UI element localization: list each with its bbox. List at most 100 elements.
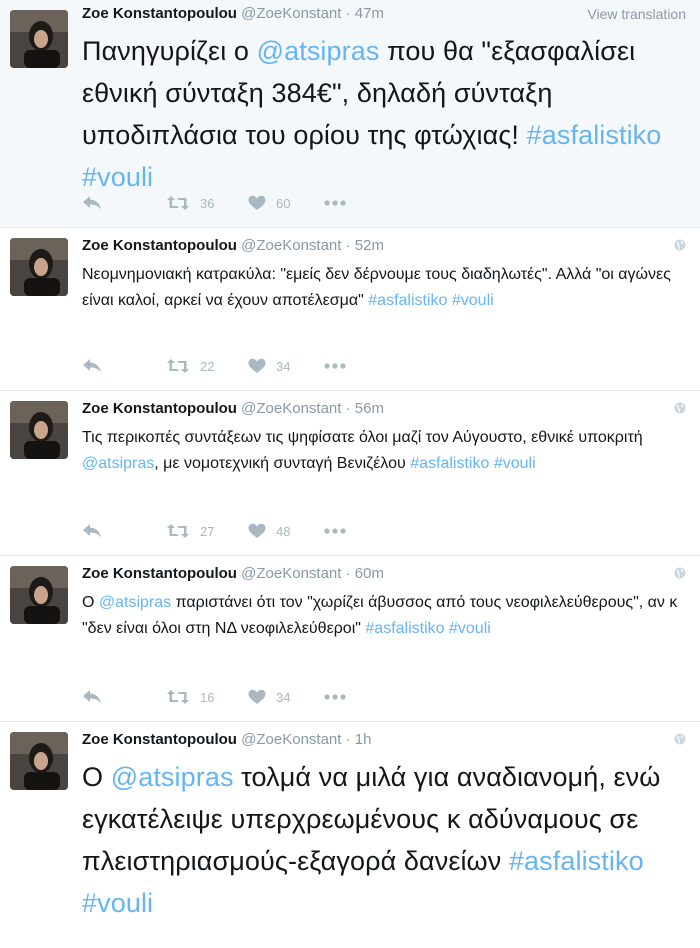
tweet-text: Τις περικοπές συντάξεων τις ψηφίσατε όλο… [82,425,690,477]
tweet-header: Zoe Konstantopoulou @ZoeKonstant · 56m [82,399,690,419]
tweet-text-segment: Ο [82,594,99,611]
hashtag-link[interactable]: #vouli [82,888,153,918]
more-icon [324,528,346,534]
hashtag-link[interactable]: #asfalistiko [365,620,444,637]
tweet-header: Zoe Konstantopoulou @ZoeKonstant · 52m [82,236,690,256]
tweet-text-segment: , με νομοτεχνική συνταγή Βενιζέλου [154,455,411,472]
retweet-icon [167,359,189,373]
more-icon [324,363,346,369]
mention-link[interactable]: @atsipras [82,455,154,472]
more-icon [324,694,346,700]
fullname[interactable]: Zoe Konstantopoulou [82,5,237,22]
mention-link[interactable]: @atsipras [99,594,171,611]
retweet-button[interactable]: 27 [166,523,248,539]
avatar[interactable] [10,732,68,790]
reply-button[interactable] [82,358,166,374]
retweet-count: 27 [200,523,215,539]
view-translation-link[interactable]: View translation [587,4,686,24]
retweet-icon [167,196,189,210]
more-button[interactable] [324,694,346,700]
tweet-actions: 36 60 [82,193,346,213]
more-button[interactable] [324,528,346,534]
retweet-count: 16 [200,689,215,705]
heart-icon [248,523,266,538]
tweet[interactable]: Zoe Konstantopoulou @ZoeKonstant · 1h Ο … [0,722,700,948]
username[interactable]: @ZoeKonstant [241,5,341,22]
username[interactable]: @ZoeKonstant [241,237,341,254]
reply-icon [83,524,101,538]
retweet-button[interactable]: 22 [166,358,248,374]
avatar[interactable] [10,10,68,68]
timestamp[interactable]: 56m [355,400,384,417]
reply-icon [83,690,101,704]
avatar[interactable] [10,238,68,296]
mention-link[interactable]: @atsipras [257,36,380,66]
globe-icon [674,239,686,251]
hashtag-link[interactable]: #asfalistiko [410,455,489,472]
like-button[interactable]: 60 [248,195,324,211]
like-button[interactable]: 34 [248,358,324,374]
retweet-count: 36 [200,195,215,211]
tweet-actions: 22 34 [82,356,346,376]
reply-button[interactable] [82,195,166,211]
retweet-button[interactable]: 36 [166,195,248,211]
avatar[interactable] [10,401,68,459]
more-button[interactable] [324,363,346,369]
tweet-header: Zoe Konstantopoulou @ZoeKonstant · 47m V… [82,4,690,24]
mention-link[interactable]: @atsipras [111,762,234,792]
tweet-text-segment: Πανηγυρίζει ο [82,36,257,66]
tweet-actions: 27 48 [82,521,346,541]
heart-icon [248,358,266,373]
fullname[interactable]: Zoe Konstantopoulou [82,237,237,254]
username[interactable]: @ZoeKonstant [241,731,341,748]
hashtag-link[interactable]: #vouli [494,455,536,472]
tweet-text: Ο @atsipras τολμά να μιλά για αναδιανομή… [82,756,690,924]
avatar[interactable] [10,566,68,624]
like-count: 34 [276,358,291,374]
more-icon [324,200,346,206]
reply-icon [83,359,101,373]
fullname[interactable]: Zoe Konstantopoulou [82,565,237,582]
tweet-header: Zoe Konstantopoulou @ZoeKonstant · 1h [82,730,690,750]
like-count: 48 [276,523,291,539]
like-count: 60 [276,195,291,211]
hashtag-link[interactable]: #asfalistiko [509,846,644,876]
like-button[interactable]: 34 [248,689,324,705]
tweet[interactable]: Zoe Konstantopoulou @ZoeKonstant · 60m Ο… [0,556,700,722]
more-button[interactable] [324,200,346,206]
tweet[interactable]: Zoe Konstantopoulou @ZoeKonstant · 47m V… [0,0,700,228]
timestamp[interactable]: 47m [355,5,384,22]
timestamp[interactable]: 1h [355,731,372,748]
username[interactable]: @ZoeKonstant [241,400,341,417]
timestamp[interactable]: 60m [355,565,384,582]
fullname[interactable]: Zoe Konstantopoulou [82,400,237,417]
hashtag-link[interactable]: #vouli [449,620,491,637]
retweet-button[interactable]: 16 [166,689,248,705]
tweet-text-segment: Τις περικοπές συντάξεων τις ψηφίσατε όλο… [82,429,643,446]
reply-button[interactable] [82,689,166,705]
globe-icon [674,567,686,579]
separator: · [345,237,351,254]
hashtag-link[interactable]: #vouli [82,162,153,192]
heart-icon [248,689,266,704]
tweet-text: Νεομνημονιακή κατρακύλα: "εμείς δεν δέρν… [82,262,690,314]
retweet-icon [167,690,189,704]
reply-button[interactable] [82,523,166,539]
hashtag-link[interactable]: #asfalistiko [527,120,662,150]
separator: · [345,400,351,417]
hashtag-link[interactable]: #asfalistiko [368,292,447,309]
tweet-header: Zoe Konstantopoulou @ZoeKonstant · 60m [82,564,690,584]
like-button[interactable]: 48 [248,523,324,539]
hashtag-link[interactable]: #vouli [452,292,494,309]
tweet[interactable]: Zoe Konstantopoulou @ZoeKonstant · 52m Ν… [0,228,700,391]
tweet-actions: 16 34 [82,687,346,707]
timestamp[interactable]: 52m [355,237,384,254]
globe-icon [674,402,686,414]
tweet-text-segment: Ο [82,762,111,792]
fullname[interactable]: Zoe Konstantopoulou [82,731,237,748]
heart-icon [248,195,266,210]
tweet[interactable]: Zoe Konstantopoulou @ZoeKonstant · 56m Τ… [0,391,700,556]
reply-icon [83,196,101,210]
username[interactable]: @ZoeKonstant [241,565,341,582]
tweet-text: Ο @atsipras παριστάνει ότι τον "χωρίζει … [82,590,690,642]
